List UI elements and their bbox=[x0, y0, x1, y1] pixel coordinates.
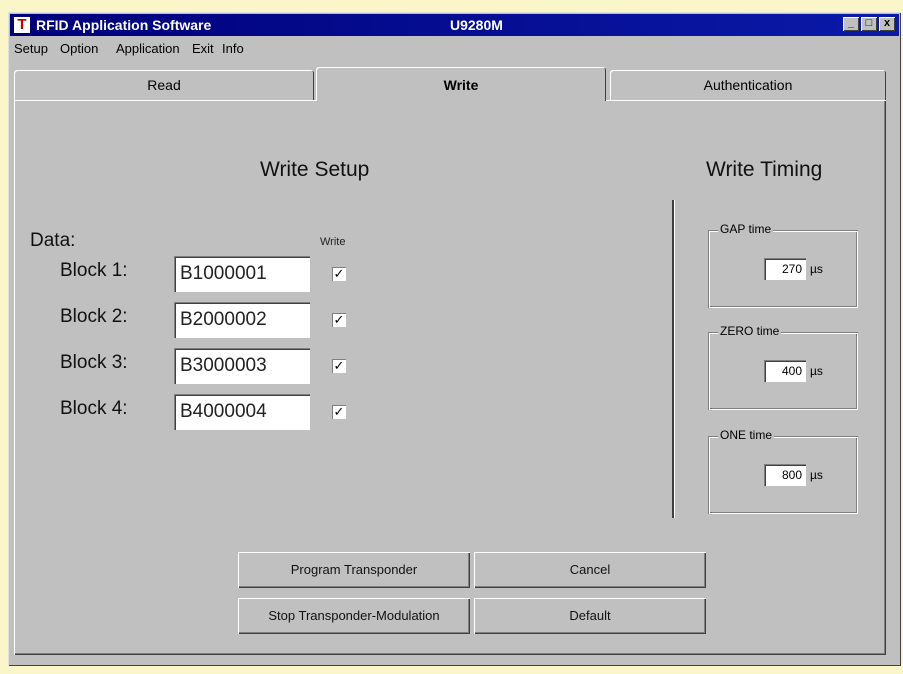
block-2-input[interactable]: B2000002 bbox=[174, 302, 310, 338]
minimize-button[interactable]: _ bbox=[843, 17, 859, 31]
block-3-label: Block 3: bbox=[60, 352, 128, 373]
cancel-button[interactable]: Cancel bbox=[474, 552, 706, 588]
block-1-input[interactable]: B1000001 bbox=[174, 256, 310, 292]
write-column-label: Write bbox=[320, 236, 346, 248]
close-button[interactable]: x bbox=[879, 17, 895, 31]
program-transponder-button[interactable]: Program Transponder bbox=[238, 552, 470, 588]
one-time-unit: µs bbox=[810, 468, 823, 482]
tab-read[interactable]: Read bbox=[14, 70, 314, 100]
data-label: Data: bbox=[30, 230, 76, 251]
zero-time-unit: µs bbox=[810, 364, 823, 378]
tab-write[interactable]: Write bbox=[316, 67, 606, 101]
write-setup-heading: Write Setup bbox=[260, 158, 370, 181]
tab-authentication[interactable]: Authentication bbox=[610, 70, 886, 100]
window-controls: _ □ x bbox=[843, 17, 895, 31]
vertical-divider bbox=[672, 200, 674, 518]
menu-option[interactable]: Option bbox=[60, 41, 98, 56]
title-bar[interactable]: T RFID Application Software U9280M _ □ x bbox=[10, 14, 899, 36]
one-time-label: ONE time bbox=[718, 428, 775, 442]
block-2-label: Block 2: bbox=[60, 306, 128, 327]
write-timing-heading: Write Timing bbox=[706, 158, 823, 181]
menu-setup[interactable]: Setup bbox=[14, 41, 48, 56]
maximize-button[interactable]: □ bbox=[861, 17, 877, 31]
block-4-label: Block 4: bbox=[60, 398, 128, 419]
menu-bar: Setup Option Application Exit Info bbox=[10, 38, 899, 58]
app-logo-icon: T bbox=[14, 17, 30, 33]
block-1-label: Block 1: bbox=[60, 260, 128, 281]
gap-time-group: GAP time 270 µs bbox=[708, 222, 858, 308]
gap-time-unit: µs bbox=[810, 262, 823, 276]
menu-application[interactable]: Application bbox=[116, 41, 180, 56]
block-2-write-checkbox[interactable]: ✓ bbox=[332, 313, 346, 327]
block-3-input[interactable]: B3000003 bbox=[174, 348, 310, 384]
window-title: RFID Application Software bbox=[36, 17, 212, 33]
default-button[interactable]: Default bbox=[474, 598, 706, 634]
one-time-group: ONE time 800 µs bbox=[708, 428, 858, 514]
tab-strip: Read Write Authentication bbox=[14, 67, 886, 102]
menu-info[interactable]: Info bbox=[222, 41, 244, 56]
menu-exit[interactable]: Exit bbox=[192, 41, 214, 56]
zero-time-group: ZERO time 400 µs bbox=[708, 324, 858, 410]
block-3-write-checkbox[interactable]: ✓ bbox=[332, 359, 346, 373]
gap-time-label: GAP time bbox=[718, 222, 774, 236]
block-4-input[interactable]: B4000004 bbox=[174, 394, 310, 430]
zero-time-label: ZERO time bbox=[718, 324, 782, 338]
one-time-input[interactable]: 800 bbox=[764, 464, 806, 486]
block-4-write-checkbox[interactable]: ✓ bbox=[332, 405, 346, 419]
stop-modulation-button[interactable]: Stop Transponder-Modulation bbox=[238, 598, 470, 634]
gap-time-input[interactable]: 270 bbox=[764, 258, 806, 280]
zero-time-input[interactable]: 400 bbox=[764, 360, 806, 382]
block-1-write-checkbox[interactable]: ✓ bbox=[332, 267, 346, 281]
window-model: U9280M bbox=[450, 17, 503, 33]
write-panel: Write Setup Write Timing Data: Write Blo… bbox=[14, 100, 886, 655]
